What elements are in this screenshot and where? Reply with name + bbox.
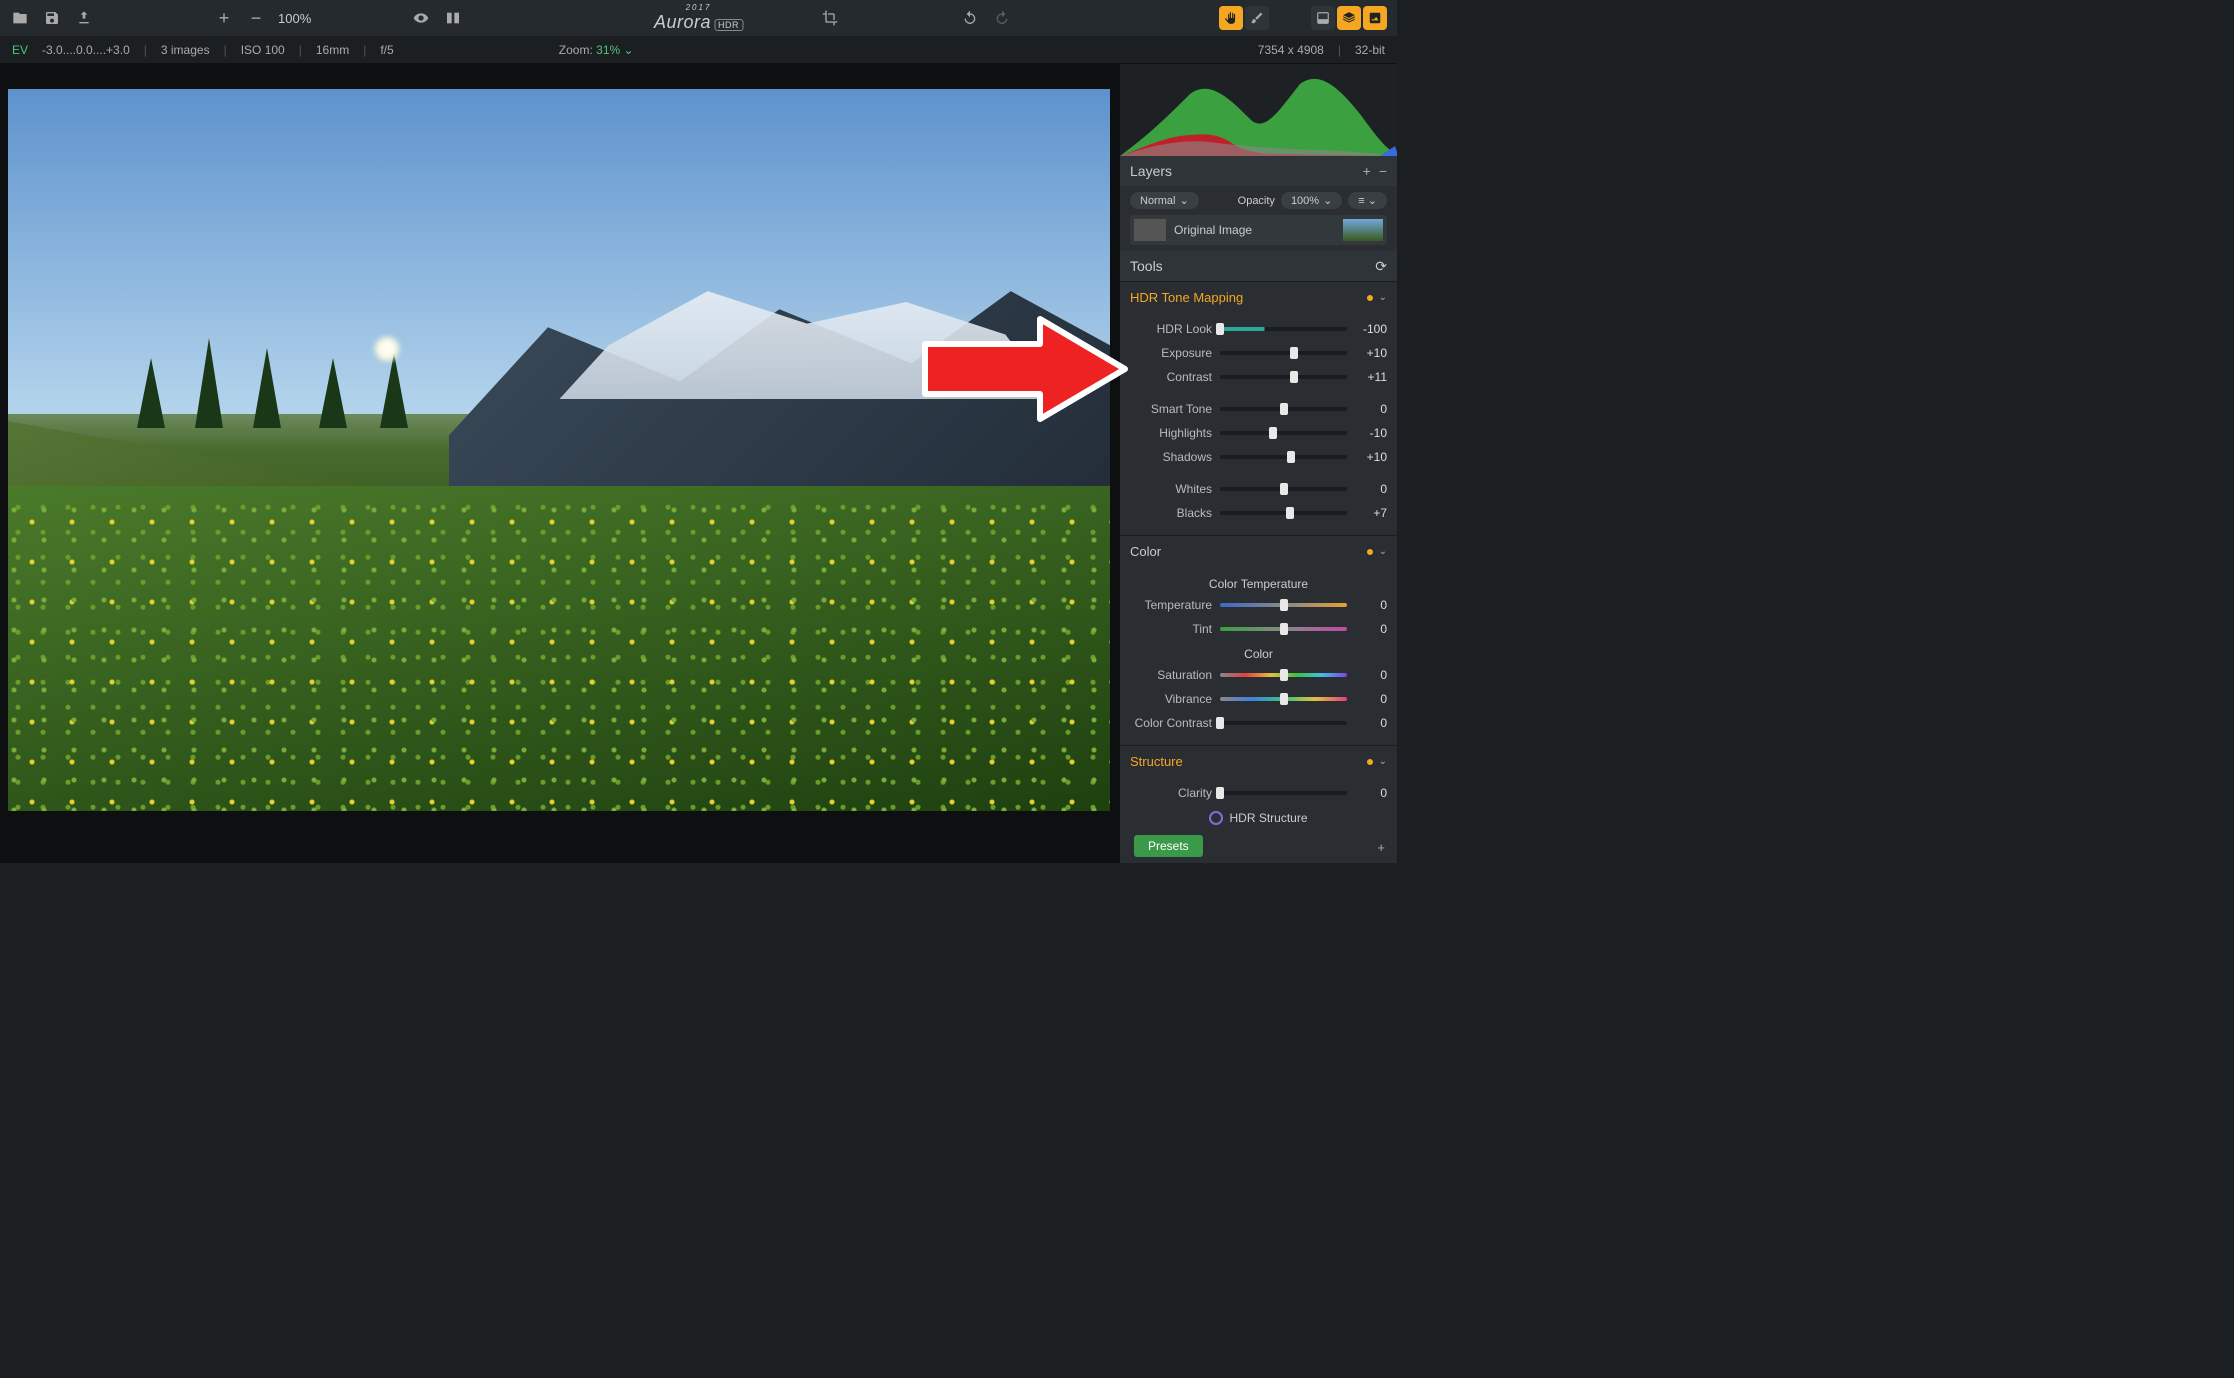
zoom-percent[interactable]: 100%	[278, 11, 311, 26]
hdr-hdr-look-slider[interactable]: HDR Look-100	[1130, 317, 1387, 341]
hdr-structure-icon	[1209, 811, 1223, 825]
app-title: 2017 AuroraHDR	[654, 3, 743, 33]
canvas-area[interactable]	[0, 64, 1120, 863]
preview-image[interactable]	[8, 89, 1110, 811]
add-layer-icon[interactable]: +	[1363, 163, 1371, 179]
opacity-label: Opacity	[1238, 195, 1275, 207]
active-dot-icon	[1367, 759, 1373, 765]
chevron-down-icon: ⌄	[1379, 756, 1387, 767]
hdr-whites-slider[interactable]: Whites0	[1130, 477, 1387, 501]
chevron-down-icon: ⌄	[1379, 292, 1387, 303]
panel-histogram-icon[interactable]	[1311, 6, 1335, 30]
layer-item[interactable]: Original Image	[1130, 215, 1387, 245]
layer-options-icon[interactable]: ≡ ⌄	[1348, 192, 1387, 209]
histogram[interactable]	[1120, 64, 1397, 156]
hdr-shadows-slider[interactable]: Shadows+10	[1130, 445, 1387, 469]
blend-mode-dropdown[interactable]: Normal ⌄	[1130, 192, 1199, 209]
preview-eye-icon[interactable]	[411, 8, 431, 28]
aperture: f/5	[380, 43, 393, 57]
structure-section: Structure ⌄ Clarity 0 HDR Structure	[1120, 745, 1397, 841]
open-folder-icon[interactable]	[10, 8, 30, 28]
clarity-slider[interactable]: Clarity 0	[1130, 781, 1387, 805]
hdr-tone-mapping-section: HDR Tone Mapping ⌄ HDR Look-100Exposure+…	[1120, 281, 1397, 535]
zoom-value[interactable]: 31% ⌄	[596, 43, 633, 57]
right-sidebar: Layers +− Normal ⌄ Opacity 100% ⌄ ≡ ⌄ Or…	[1120, 64, 1397, 863]
tools-title: Tools	[1130, 258, 1163, 274]
layers-title: Layers	[1130, 163, 1172, 179]
hdr-structure-button[interactable]: HDR Structure	[1130, 805, 1387, 831]
color-temperature-slider[interactable]: Temperature0	[1130, 593, 1387, 617]
crop-icon[interactable]	[820, 8, 840, 28]
add-preset-icon[interactable]: +	[1377, 840, 1385, 855]
top-toolbar: + − 100% 2017 AuroraHDR	[0, 0, 1397, 36]
export-icon[interactable]	[74, 8, 94, 28]
tools-panel-header[interactable]: Tools ⟳	[1120, 251, 1397, 281]
image-dimensions: 7354 x 4908	[1258, 43, 1324, 57]
panel-layers-icon[interactable]	[1337, 6, 1361, 30]
hdr-contrast-slider[interactable]: Contrast+11	[1130, 365, 1387, 389]
active-dot-icon	[1367, 549, 1373, 555]
remove-layer-icon[interactable]: −	[1379, 163, 1387, 179]
compare-icon[interactable]	[443, 8, 463, 28]
zoom-out-icon[interactable]: −	[246, 8, 266, 28]
hdr-tone-mapping-header[interactable]: HDR Tone Mapping ⌄	[1120, 282, 1397, 313]
hdr-blacks-slider[interactable]: Blacks+7	[1130, 501, 1387, 525]
info-bar: EV -3.0....0.0....+3.0 | 3 images | ISO …	[0, 36, 1397, 64]
layer-preview-thumbnail	[1343, 219, 1383, 241]
color-section: Color ⌄ Color Temperature Temperature0Ti…	[1120, 535, 1397, 745]
layer-thumbnail	[1134, 219, 1166, 241]
presets-button[interactable]: Presets	[1134, 835, 1203, 857]
bit-depth: 32-bit	[1355, 43, 1385, 57]
annotation-arrow-icon	[920, 314, 1130, 427]
color-color-contrast-slider[interactable]: Color Contrast0	[1130, 711, 1387, 735]
active-dot-icon	[1367, 295, 1373, 301]
layer-name: Original Image	[1174, 223, 1252, 237]
image-count: 3 images	[161, 43, 210, 57]
save-icon[interactable]	[42, 8, 62, 28]
ev-values: -3.0....0.0....+3.0	[42, 43, 130, 57]
hdr-exposure-slider[interactable]: Exposure+10	[1130, 341, 1387, 365]
redo-icon[interactable]	[992, 8, 1012, 28]
ev-label: EV	[12, 43, 28, 57]
opacity-value[interactable]: 100% ⌄	[1281, 192, 1342, 209]
color-saturation-slider[interactable]: Saturation0	[1130, 663, 1387, 687]
color-tint-slider[interactable]: Tint0	[1130, 617, 1387, 641]
color-vibrance-slider[interactable]: Vibrance0	[1130, 687, 1387, 711]
hdr-smart-tone-slider[interactable]: Smart Tone0	[1130, 397, 1387, 421]
layers-panel-header[interactable]: Layers +−	[1120, 156, 1397, 186]
chevron-down-icon: ⌄	[1379, 546, 1387, 557]
panel-image-icon[interactable]	[1363, 6, 1387, 30]
reset-tools-icon[interactable]: ⟳	[1375, 258, 1387, 275]
structure-header[interactable]: Structure ⌄	[1120, 746, 1397, 777]
color-temperature-subtitle: Color Temperature	[1130, 571, 1387, 593]
hdr-highlights-slider[interactable]: Highlights-10	[1130, 421, 1387, 445]
iso-value: ISO 100	[241, 43, 285, 57]
zoom-in-icon[interactable]: +	[214, 8, 234, 28]
color-subtitle: Color	[1130, 641, 1387, 663]
hand-tool-icon[interactable]	[1219, 6, 1243, 30]
color-header[interactable]: Color ⌄	[1120, 536, 1397, 567]
undo-icon[interactable]	[960, 8, 980, 28]
focal-length: 16mm	[316, 43, 349, 57]
zoom-label: Zoom:	[559, 43, 593, 57]
brush-tool-icon[interactable]	[1245, 6, 1269, 30]
